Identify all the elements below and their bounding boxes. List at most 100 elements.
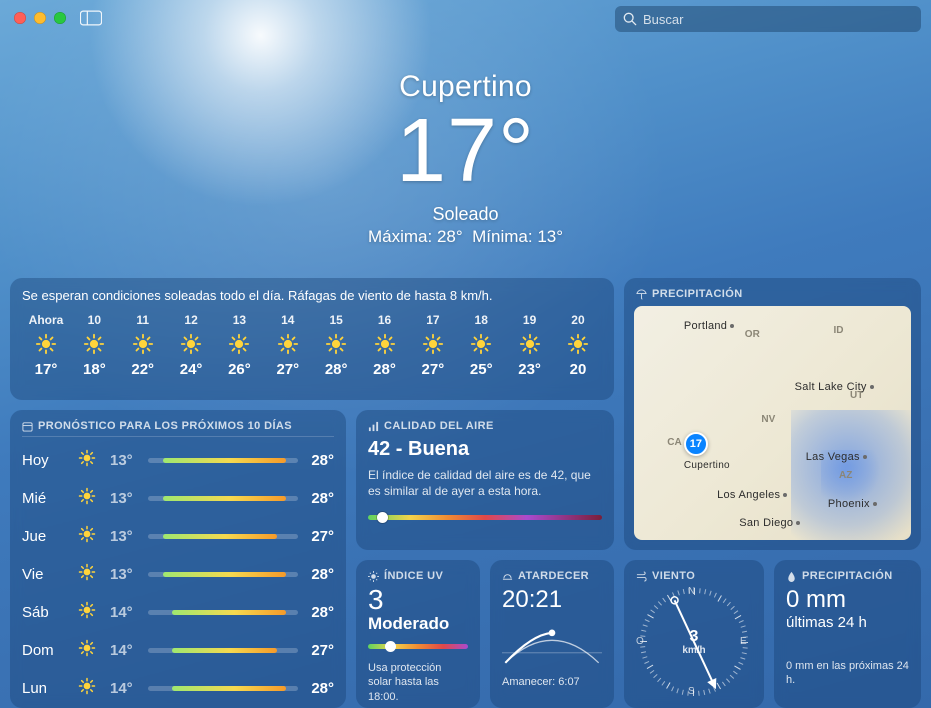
precipitation-map-card[interactable]: Precipitación 17 Cupertino ORIDNVUTCAAZP… — [624, 278, 921, 550]
precip-title: Precipitación — [786, 570, 909, 582]
sun-path — [502, 624, 602, 670]
precipitation-card[interactable]: Precipitación 0 mm últimas 24 h 0 mm en … — [774, 560, 921, 708]
hourly-forecast-card[interactable]: Se esperan condiciones soleadas todo el … — [10, 278, 614, 400]
sunrise-label: Amanecer: 6:07 — [502, 676, 602, 688]
hour-label: Ahora — [22, 313, 70, 327]
day-name: Vie — [22, 566, 78, 583]
hour-label: 15 — [312, 313, 360, 327]
titlebar: Buscar — [0, 0, 931, 36]
hour-temp: 20 — [554, 361, 602, 378]
hourly-column: Ahora 17° — [22, 313, 70, 378]
day-low: 13° — [110, 490, 148, 507]
uv-label: Moderado — [368, 614, 468, 634]
aqi-title: Calidad del aire — [368, 420, 602, 432]
map-pin-label: Cupertino — [684, 460, 730, 471]
uv-index-card[interactable]: Índice UV 3 Moderado Usa protección sola… — [356, 560, 480, 708]
sun-icon — [277, 333, 299, 355]
sun-icon — [228, 333, 250, 355]
aqi-spectrum — [368, 515, 602, 520]
hour-temp: 17° — [22, 361, 70, 378]
hourly-column: 1727° — [409, 313, 457, 378]
sun-icon — [83, 333, 105, 355]
day-low: 14° — [110, 680, 148, 697]
ten-day-row[interactable]: Vie 13° 28° — [22, 555, 334, 593]
search-input[interactable]: Buscar — [615, 6, 921, 32]
day-high: 27° — [298, 642, 334, 659]
hourly-column: 1224° — [167, 313, 215, 378]
sun-icon — [567, 333, 589, 355]
droplet-icon — [786, 571, 797, 582]
aqi-value: 42 - Buena — [368, 438, 602, 461]
hourly-column: 1628° — [361, 313, 409, 378]
day-high: 28° — [298, 566, 334, 583]
ten-day-row[interactable]: Sáb 14° 28° — [22, 593, 334, 631]
map-state-label: ID — [833, 325, 843, 336]
ten-day-row[interactable]: Dom 14° 27° — [22, 631, 334, 669]
map-canvas[interactable]: 17 Cupertino ORIDNVUTCAAZPortlandSalt La… — [634, 306, 911, 540]
hourly-columns: Ahora17°1018°1122°1224°1326°1427°1528°16… — [22, 313, 602, 378]
sun-icon — [325, 333, 347, 355]
hour-label: 20 — [554, 313, 602, 327]
hourly-column: 10 18° — [70, 313, 118, 378]
sun-icon — [470, 333, 492, 355]
ten-day-row[interactable]: Lun 14° 28° — [22, 669, 334, 707]
hour-temp: 18° — [70, 361, 118, 378]
ten-day-forecast-card[interactable]: Pronóstico para los próximos 10 días Hoy… — [10, 410, 346, 708]
toggle-sidebar-button[interactable] — [80, 10, 102, 26]
precip-value: 0 mm — [786, 586, 909, 614]
wind-compass: 3 km/h NSOE — [640, 588, 748, 696]
zoom-window-button[interactable] — [54, 12, 66, 24]
hour-label: 18 — [457, 313, 505, 327]
hourly-summary: Se esperan condiciones soleadas todo el … — [22, 288, 602, 303]
compass-cardinal: E — [740, 636, 747, 647]
current-temperature: 17° — [0, 106, 931, 198]
day-high: 27° — [298, 528, 334, 545]
air-quality-card[interactable]: Calidad del aire 42 - Buena El índice de… — [356, 410, 614, 550]
minimize-window-button[interactable] — [34, 12, 46, 24]
hour-temp: 23° — [506, 361, 554, 378]
sun-icon — [78, 487, 96, 505]
hour-label: 19 — [506, 313, 554, 327]
hour-temp: 22° — [119, 361, 167, 378]
map-city-label: Salt Lake City — [795, 381, 874, 393]
ten-day-row[interactable]: Hoy 13° 28° — [22, 441, 334, 479]
day-low: 13° — [110, 566, 148, 583]
sun-icon — [519, 333, 541, 355]
temp-range-bar — [148, 572, 298, 577]
day-low: 13° — [110, 528, 148, 545]
sun-icon — [78, 601, 96, 619]
uv-tip: Usa protección solar hasta las 18:00. — [368, 661, 468, 704]
compass-cardinal: S — [688, 686, 695, 697]
temp-range-bar — [148, 610, 298, 615]
hourly-column: 15 28° — [312, 313, 360, 378]
sun-icon — [132, 333, 154, 355]
wind-card[interactable]: Viento 3 km/h NSOE — [624, 560, 764, 708]
hourly-column: 1825° — [457, 313, 505, 378]
hour-temp: 28° — [312, 361, 360, 378]
map-state-label: NV — [761, 414, 775, 425]
umbrella-icon — [636, 289, 647, 300]
ten-day-row[interactable]: Mié 13° 28° — [22, 479, 334, 517]
sun-icon — [78, 639, 96, 657]
precip-sub: 0 mm en las próximas 24 h. — [786, 659, 909, 688]
temp-range-bar — [148, 534, 298, 539]
close-window-button[interactable] — [14, 12, 26, 24]
uv-value: 3 — [368, 586, 468, 614]
sunset-card[interactable]: Atardecer 20:21 Amanecer: 6:07 — [490, 560, 614, 708]
day-high: 28° — [298, 490, 334, 507]
aqi-dot — [377, 512, 388, 523]
hour-label: 17 — [409, 313, 457, 327]
day-name: Hoy — [22, 452, 78, 469]
hour-label: 11 — [119, 313, 167, 327]
hour-label: 10 — [70, 313, 118, 327]
compass-cardinal: O — [636, 636, 644, 647]
ten-day-row[interactable]: Jue 13° 27° — [22, 517, 334, 555]
map-pin: 17 — [684, 432, 708, 456]
hour-label: 12 — [167, 313, 215, 327]
ten-day-list: Hoy 13° 28°Mié 13° 28°Jue 13° 27°Vie 13°… — [22, 441, 334, 707]
hour-label: 16 — [361, 313, 409, 327]
wind-arrow — [640, 588, 748, 696]
map-city-label: Phoenix — [828, 498, 877, 510]
temp-range-bar — [148, 458, 298, 463]
day-name: Lun — [22, 680, 78, 697]
